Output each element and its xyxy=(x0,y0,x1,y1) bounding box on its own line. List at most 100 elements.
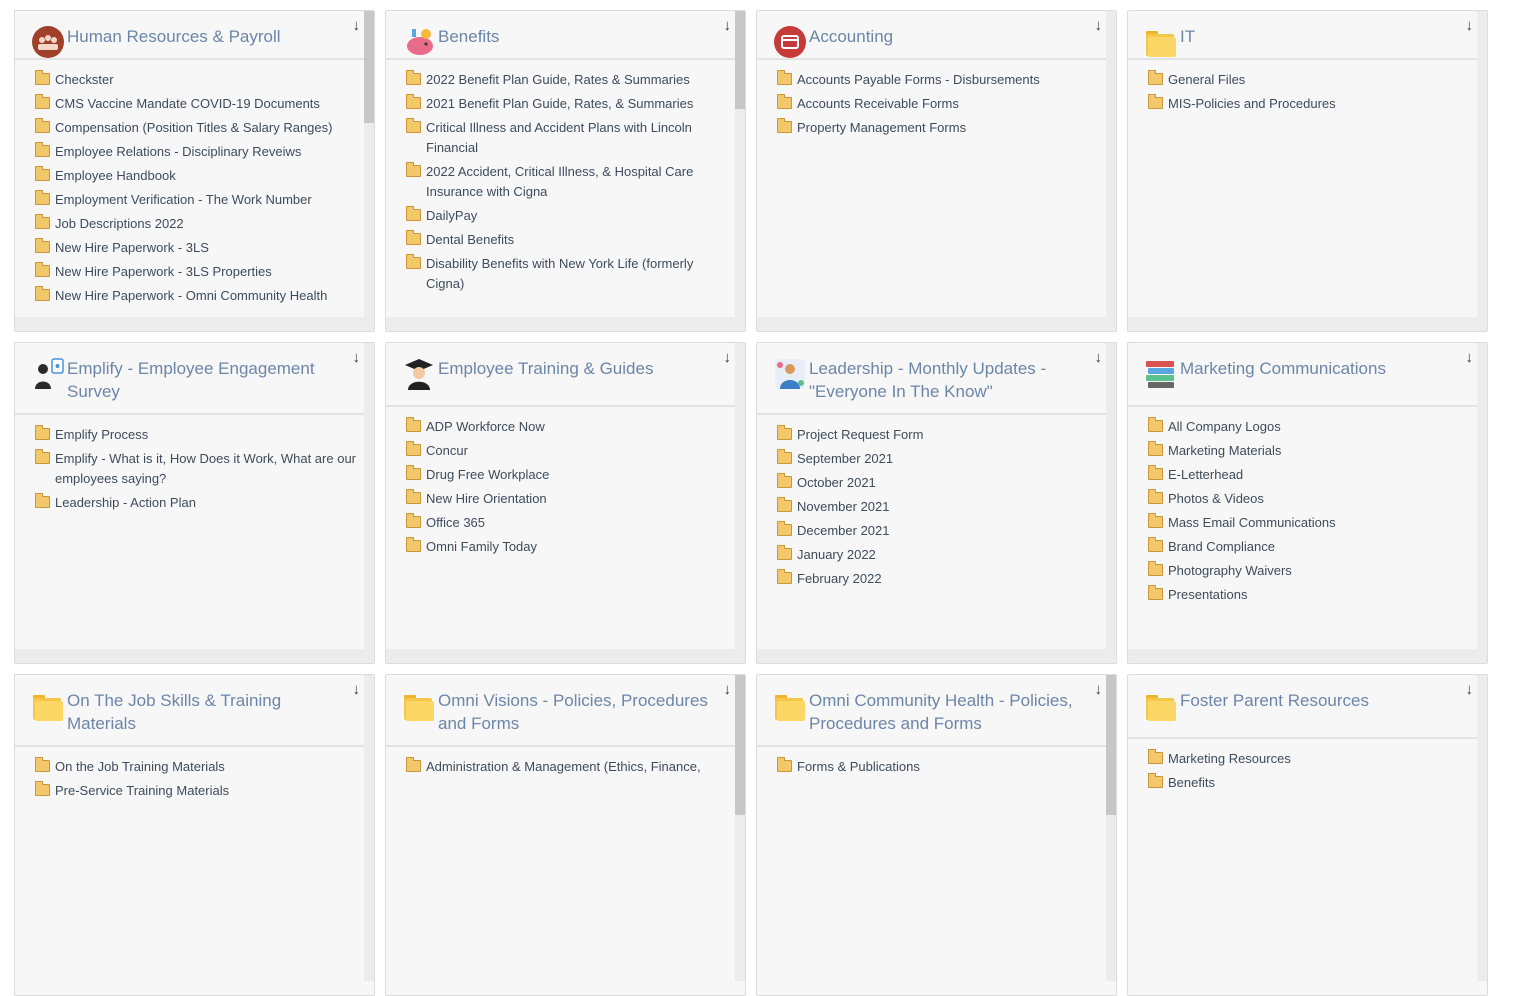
scrollbar[interactable] xyxy=(1477,11,1487,317)
list-item[interactable]: Forms & Publications xyxy=(775,757,1098,777)
folder-icon xyxy=(406,230,421,245)
scrollbar[interactable] xyxy=(735,343,745,649)
folder-icon xyxy=(777,118,792,133)
list-item[interactable]: 2021 Benefit Plan Guide, Rates, & Summar… xyxy=(404,94,727,114)
collapse-arrow-icon[interactable]: ↓ xyxy=(724,681,732,698)
list-item[interactable]: Presentations xyxy=(1146,585,1469,605)
list-item[interactable]: Photos & Videos xyxy=(1146,489,1469,509)
folder-icon xyxy=(777,521,792,536)
list-item[interactable]: New Hire Orientation xyxy=(404,489,727,509)
collapse-arrow-icon[interactable]: ↓ xyxy=(353,681,361,698)
list-item[interactable]: January 2022 xyxy=(775,545,1098,565)
scrollbar[interactable] xyxy=(364,675,374,981)
card-body: On the Job Training Materials Pre-Servic… xyxy=(15,747,374,805)
scrollbar[interactable] xyxy=(1477,343,1487,649)
list-item[interactable]: Employee Relations - Disciplinary Reveiw… xyxy=(33,142,356,162)
scrollbar-thumb[interactable] xyxy=(1106,675,1116,815)
list-item[interactable]: Drug Free Workplace xyxy=(404,465,727,485)
folder-icon xyxy=(35,94,50,109)
list-item[interactable]: Administration & Management (Ethics, Fin… xyxy=(404,757,727,777)
collapse-arrow-icon[interactable]: ↓ xyxy=(1095,17,1103,34)
list-item[interactable]: CMS Vaccine Mandate COVID-19 Documents xyxy=(33,94,356,114)
list-item[interactable]: Omni Family Today xyxy=(404,537,727,557)
list-item[interactable]: Office 365 xyxy=(404,513,727,533)
list-item[interactable]: DailyPay xyxy=(404,206,727,226)
folder-icon xyxy=(406,118,421,133)
scrollbar-thumb[interactable] xyxy=(364,11,374,123)
list-item[interactable]: 2022 Benefit Plan Guide, Rates & Summari… xyxy=(404,70,727,90)
card-title: IT xyxy=(1180,27,1196,46)
collapse-arrow-icon[interactable]: ↓ xyxy=(1466,681,1474,698)
folder-icon xyxy=(35,142,50,157)
card-header: Leadership - Monthly Updates - "Everyone… xyxy=(757,343,1116,415)
scrollbar[interactable] xyxy=(1477,675,1487,981)
list-item[interactable]: Accounts Payable Forms - Disbursements xyxy=(775,70,1098,90)
list-item[interactable]: On the Job Training Materials xyxy=(33,757,356,777)
scrollbar[interactable] xyxy=(1106,675,1116,981)
list-item[interactable]: Concur xyxy=(404,441,727,461)
list-item[interactable]: MIS-Policies and Procedures xyxy=(1146,94,1469,114)
list-item[interactable]: October 2021 xyxy=(775,473,1098,493)
folder-icon xyxy=(1148,417,1163,432)
collapse-arrow-icon[interactable]: ↓ xyxy=(1095,681,1103,698)
list-item[interactable]: Mass Email Communications xyxy=(1146,513,1469,533)
card-header: Benefits ↓ xyxy=(386,11,745,60)
collapse-arrow-icon[interactable]: ↓ xyxy=(724,17,732,34)
list-item[interactable]: General Files xyxy=(1146,70,1469,90)
list-item[interactable]: Employee Handbook xyxy=(33,166,356,186)
scrollbar[interactable] xyxy=(1106,11,1116,317)
scrollbar-thumb[interactable] xyxy=(735,11,745,109)
card-title: Leadership - Monthly Updates - "Everyone… xyxy=(809,359,1047,401)
list-item[interactable]: Dental Benefits xyxy=(404,230,727,250)
list-item[interactable]: Disability Benefits with New York Life (… xyxy=(404,254,727,294)
scrollbar[interactable] xyxy=(1106,343,1116,649)
collapse-arrow-icon[interactable]: ↓ xyxy=(724,349,732,366)
list-item[interactable]: All Company Logos xyxy=(1146,417,1469,437)
list-item[interactable]: Compensation (Position Titles & Salary R… xyxy=(33,118,356,138)
card-header: IT ↓ xyxy=(1128,11,1487,60)
scrollbar[interactable] xyxy=(364,343,374,649)
list-item[interactable]: Emplify - What is it, How Does it Work, … xyxy=(33,449,356,489)
list-item[interactable]: Critical Illness and Accident Plans with… xyxy=(404,118,727,158)
collapse-arrow-icon[interactable]: ↓ xyxy=(353,349,361,366)
list-item[interactable]: Job Descriptions 2022 xyxy=(33,214,356,234)
card-body: ADP Workforce Now Concur Drug Free Workp… xyxy=(386,407,745,561)
list-item[interactable]: Photography Waivers xyxy=(1146,561,1469,581)
list-item[interactable]: Emplify Process xyxy=(33,425,356,445)
list-item[interactable]: Benefits xyxy=(1146,773,1469,793)
list-item[interactable]: Marketing Resources xyxy=(1146,749,1469,769)
collapse-arrow-icon[interactable]: ↓ xyxy=(1466,349,1474,366)
list-item[interactable]: Pre-Service Training Materials xyxy=(33,781,356,801)
list-item[interactable]: November 2021 xyxy=(775,497,1098,517)
list-item[interactable]: New Hire Paperwork - 3LS Properties xyxy=(33,262,356,282)
folder-icon xyxy=(1148,749,1163,764)
collapse-arrow-icon[interactable]: ↓ xyxy=(1095,349,1103,366)
scrollbar-thumb[interactable] xyxy=(735,675,745,815)
list-item[interactable]: December 2021 xyxy=(775,521,1098,541)
folder-icon xyxy=(406,757,421,772)
list-item[interactable]: February 2022 xyxy=(775,569,1098,589)
list-item[interactable]: Brand Compliance xyxy=(1146,537,1469,557)
card-header: Accounting ↓ xyxy=(757,11,1116,60)
scrollbar[interactable] xyxy=(735,11,745,317)
list-item[interactable]: New Hire Paperwork - Omni Community Heal… xyxy=(33,286,356,306)
list-item[interactable]: E-Letterhead xyxy=(1146,465,1469,485)
list-item[interactable]: ADP Workforce Now xyxy=(404,417,727,437)
list-item[interactable]: Project Request Form xyxy=(775,425,1098,445)
list-item[interactable]: Checkster xyxy=(33,70,356,90)
card-body: General Files MIS-Policies and Procedure… xyxy=(1128,60,1487,118)
collapse-arrow-icon[interactable]: ↓ xyxy=(353,17,361,34)
list-item[interactable]: 2022 Accident, Critical Illness, & Hospi… xyxy=(404,162,727,202)
list-item[interactable]: Leadership - Action Plan xyxy=(33,493,356,513)
presenter-icon xyxy=(35,358,64,389)
scrollbar[interactable] xyxy=(364,11,374,317)
list-item[interactable]: Marketing Materials xyxy=(1146,441,1469,461)
collapse-arrow-icon[interactable]: ↓ xyxy=(1466,17,1474,34)
list-item[interactable]: Accounts Receivable Forms xyxy=(775,94,1098,114)
list-item[interactable]: Employment Verification - The Work Numbe… xyxy=(33,190,356,210)
scrollbar[interactable] xyxy=(735,675,745,981)
list-item[interactable]: Property Management Forms xyxy=(775,118,1098,138)
list-item[interactable]: September 2021 xyxy=(775,449,1098,469)
list-item[interactable]: New Hire Paperwork - 3LS xyxy=(33,238,356,258)
folder-icon xyxy=(406,94,421,109)
